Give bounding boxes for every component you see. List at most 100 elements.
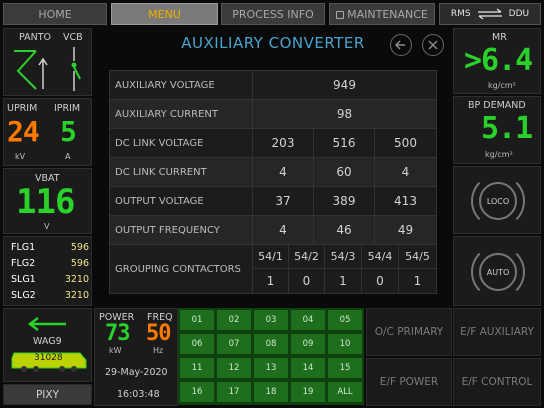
ef-auxiliary-button[interactable]: E/F AUXILIARY: [453, 308, 541, 356]
row-value: 37: [253, 187, 314, 215]
date-display: 29-May-2020: [105, 367, 168, 378]
grid-cell[interactable]: 13: [253, 357, 289, 379]
tab-maintenance[interactable]: MAINTENANCE: [329, 3, 435, 25]
contactor-header: 54/2: [289, 245, 325, 269]
grid-cell[interactable]: 14: [290, 357, 326, 379]
battery-panel: VBAT 116 V: [3, 168, 92, 234]
grid-cell[interactable]: 07: [216, 333, 252, 355]
row-value: 49: [397, 223, 414, 237]
row-label: GROUPING CONTACTORS: [110, 245, 253, 293]
grid-cell[interactable]: ALL: [327, 381, 363, 403]
contactor-header: 54/1: [253, 245, 289, 269]
contactor-value: 1: [253, 269, 289, 293]
grid-cell[interactable]: 01: [179, 309, 215, 331]
oc-primary-label: O/C PRIMARY: [374, 326, 444, 338]
row-label: AUXILIARY CURRENT: [110, 100, 253, 128]
ef-auxiliary-label: E/F AUXILIARY: [460, 326, 534, 338]
row-value: 500: [394, 136, 417, 150]
row-label: DC LINK VOLTAGE: [110, 129, 253, 157]
auto-button[interactable]: AUTO: [479, 245, 525, 299]
close-button[interactable]: [422, 34, 444, 56]
row-value: 98: [336, 107, 353, 121]
grid-cell[interactable]: 18: [253, 381, 289, 403]
mr-panel: MR >6.4 kg/cm²: [453, 28, 541, 94]
tab-process-info-label: PROCESS INFO: [232, 7, 314, 21]
rms-ddu-switch[interactable]: RMS DDU: [439, 3, 541, 25]
loco-number: 31028: [34, 353, 63, 363]
oc-primary-button[interactable]: O/C PRIMARY: [366, 308, 452, 356]
table-row: DC LINK VOLTAGE 203 516 500: [110, 129, 436, 158]
uprim-label: UPRIM: [7, 103, 38, 114]
row-value: 949: [333, 78, 356, 92]
row-value: 203: [253, 129, 314, 157]
grid-cell[interactable]: 04: [290, 309, 326, 331]
row-value: 4: [253, 158, 314, 186]
auto-button-label: AUTO: [486, 267, 510, 277]
grid-cell[interactable]: 17: [216, 381, 252, 403]
power-value: 73: [105, 321, 130, 346]
flag-list: FLG1 596 FLG2 596 SLG1 3210 SLG2 3210: [11, 242, 89, 306]
panto-vcb-panel: PANTO VCB: [3, 28, 92, 96]
flag-row: FLG2 596: [11, 258, 89, 269]
grid-cell[interactable]: 08: [253, 333, 289, 355]
pixy-button[interactable]: PIXY: [3, 384, 92, 405]
row-label: OUTPUT FREQUENCY: [110, 216, 253, 244]
grid-cell[interactable]: 11: [179, 357, 215, 379]
bp-label: BP DEMAND: [468, 100, 526, 111]
mr-label: MR: [492, 32, 507, 43]
ef-power-label: E/F POWER: [379, 376, 439, 388]
row-value: 516: [314, 129, 375, 157]
tab-menu[interactable]: MENU: [111, 3, 218, 25]
ef-power-button[interactable]: E/F POWER: [366, 358, 452, 406]
grid-cell[interactable]: 05: [327, 309, 363, 331]
back-button[interactable]: [390, 34, 412, 56]
vbat-value: 116: [16, 182, 75, 222]
swap-arrows-icon: [477, 8, 502, 20]
contactor-header: 54/4: [362, 245, 399, 269]
mr-value: >6.4: [464, 43, 533, 78]
vcb-switch-icon: [71, 47, 81, 91]
lock-icon: [336, 11, 345, 19]
power-freq-panel: POWER FREQ 73 50 kW Hz 29-May-2020 16:03…: [94, 308, 178, 406]
row-value: 4: [253, 216, 314, 244]
grid-cell[interactable]: 12: [216, 357, 252, 379]
grid-cell[interactable]: 02: [216, 309, 252, 331]
loco-button-panel: LOCO: [453, 166, 541, 234]
loco-name: WAG9: [33, 336, 62, 347]
power-unit: kW: [109, 346, 122, 355]
grid-cell[interactable]: 16: [179, 381, 215, 403]
pixy-label: PIXY: [35, 388, 60, 401]
iprim-label: IPRIM: [54, 103, 81, 114]
table-row: AUXILIARY VOLTAGE 949: [110, 71, 436, 100]
flag-row: SLG1 3210: [11, 274, 89, 285]
loco-button[interactable]: LOCO: [479, 174, 525, 228]
back-arrow-icon: [394, 40, 405, 50]
grid-cell[interactable]: 10: [327, 333, 363, 355]
loco-panel: WAG9 31028: [3, 308, 92, 382]
tab-process-info[interactable]: PROCESS INFO: [221, 3, 325, 25]
row-label: OUTPUT VOLTAGE: [110, 187, 253, 215]
row-value: 46: [314, 216, 375, 244]
iprim-unit: A: [65, 152, 71, 161]
contactor-value: 0: [289, 269, 325, 293]
vbat-unit: V: [44, 222, 50, 231]
table-row: AUXILIARY CURRENT 98: [110, 100, 436, 129]
bp-panel: BP DEMAND 5.1 kg/cm²: [453, 96, 541, 164]
row-value: 60: [314, 158, 375, 186]
mr-unit: kg/cm²: [488, 81, 516, 90]
grid-cell[interactable]: 03: [253, 309, 289, 331]
aux-converter-table: AUXILIARY VOLTAGE 949 AUXILIARY CURRENT …: [109, 70, 437, 294]
grid-cell[interactable]: 09: [290, 333, 326, 355]
ddu-label: DDU: [508, 9, 530, 19]
row-value: 389: [314, 187, 375, 215]
tab-home[interactable]: HOME: [3, 3, 107, 25]
grid-cell[interactable]: 19: [290, 381, 326, 403]
grid-cell[interactable]: 06: [179, 333, 215, 355]
uprim-unit: kV: [15, 152, 26, 161]
row-value: 4: [401, 165, 410, 179]
grid-cell[interactable]: 15: [327, 357, 363, 379]
bp-unit: kg/cm²: [485, 150, 513, 159]
contactor-header: 54/3: [325, 245, 362, 269]
ef-control-button[interactable]: E/F CONTROL: [453, 358, 541, 406]
table-row: OUTPUT VOLTAGE 37 389 413: [110, 187, 436, 216]
